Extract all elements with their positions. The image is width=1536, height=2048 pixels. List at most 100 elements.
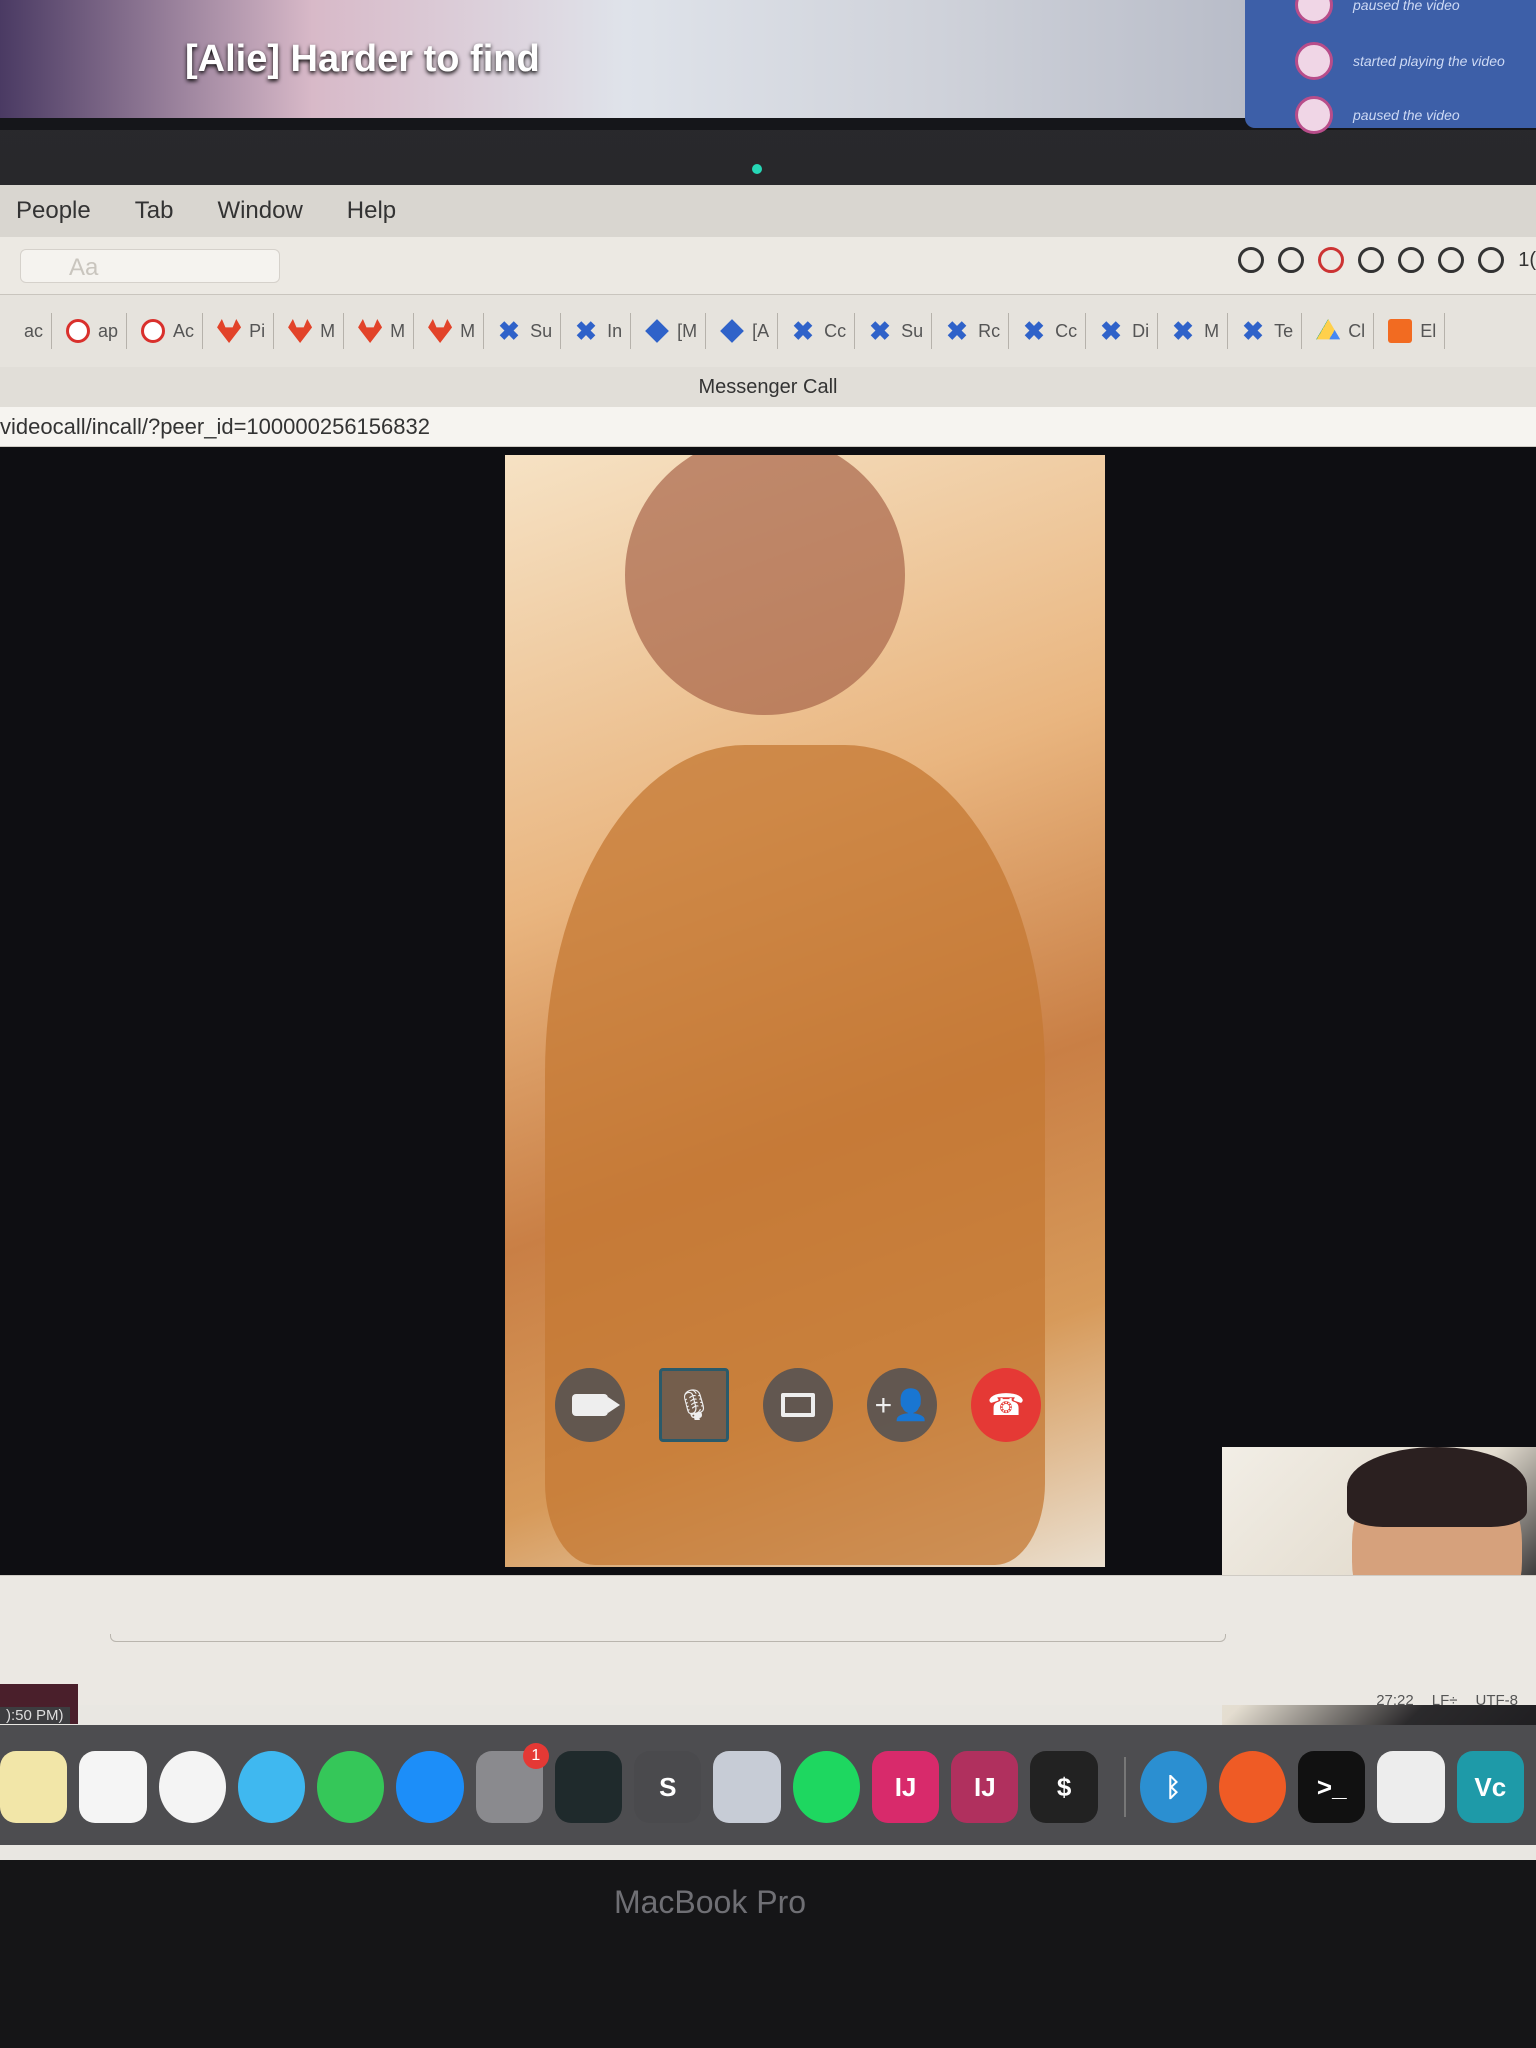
message-input[interactable]: Aa	[20, 249, 280, 283]
terminal-icon-2[interactable]: >_	[1298, 1751, 1366, 1823]
record-icon[interactable]	[1318, 247, 1345, 273]
wifi-icon[interactable]	[1438, 247, 1465, 273]
share-screen-button[interactable]	[763, 1368, 834, 1442]
vscode-icon[interactable]: Vc	[1456, 1751, 1524, 1823]
bookmark-item[interactable]: El	[1380, 313, 1446, 349]
menu-clock[interactable]: 1(	[1518, 249, 1536, 272]
bookmark-icon	[1388, 319, 1413, 343]
lock-icon[interactable]	[1358, 247, 1385, 273]
menu-tab[interactable]: Tab	[135, 197, 174, 225]
bookmark-label: Cl	[1348, 320, 1366, 341]
bookmark-item[interactable]: ✖ Cc	[1015, 313, 1087, 349]
facetime-icon[interactable]	[317, 1751, 385, 1823]
bookmark-label: ap	[98, 320, 119, 341]
dock-app-glyph: IJ	[894, 1771, 917, 1802]
intellij-icon-2[interactable]: IJ	[951, 1751, 1019, 1823]
dock: ):50 PM) 1 S IJ IJ $ ᛒ >_ Vc	[0, 1707, 1536, 1845]
docker-icon[interactable]	[1238, 247, 1265, 273]
bookmark-label: Su	[530, 320, 553, 341]
reminders-icon[interactable]	[79, 1751, 147, 1823]
video-camera-icon	[571, 1394, 620, 1416]
top-video-player[interactable]: [Alie] Harder to find	[0, 0, 1250, 118]
preview-icon[interactable]	[713, 1751, 781, 1823]
remote-participant-head	[625, 455, 905, 715]
bookmark-item[interactable]: Pi	[209, 313, 275, 349]
bookmark-item[interactable]: ✖ In	[567, 313, 632, 349]
bookmark-item[interactable]: ✖ Di	[1092, 313, 1159, 349]
bookmark-item[interactable]: ✖ Te	[1234, 313, 1303, 349]
spotify-icon[interactable]	[792, 1751, 860, 1823]
dock-app-glyph: ᛒ	[1165, 1771, 1182, 1802]
bookmark-label: M	[1204, 320, 1220, 341]
gitlab-icon	[217, 319, 242, 343]
cursor-position[interactable]: 27:22	[1376, 1692, 1414, 1709]
bookmark-item[interactable]: Cl	[1308, 313, 1375, 349]
activity-item: paused the video	[1295, 0, 1460, 24]
mute-button[interactable]: 🎙	[658, 1368, 730, 1442]
editor-bottom-panel: 27:22 LF÷ UTF-8	[0, 1575, 1536, 1724]
bookmark-label: Ac	[173, 320, 195, 341]
call-controls: 🎙 +👤 ☎	[555, 1365, 1075, 1445]
bookmark-item[interactable]: [A	[712, 313, 779, 349]
terminal-icon[interactable]: $	[1030, 1751, 1098, 1823]
sublime-text-icon[interactable]: S	[634, 1751, 702, 1823]
bookmark-item[interactable]: ap	[58, 313, 128, 349]
dock-time-fragment: ):50 PM)	[0, 1707, 70, 1724]
bookmark-label: Rc	[978, 320, 1001, 341]
screen-share-icon	[781, 1393, 816, 1417]
panel-divider	[110, 1634, 1226, 1642]
bookmark-item[interactable]: M	[280, 313, 345, 349]
system-preferences-icon[interactable]: 1	[475, 1743, 549, 1823]
video-toggle-button[interactable]	[555, 1368, 625, 1442]
postman-icon[interactable]	[1218, 1751, 1287, 1823]
menu-bar: People Tab Window Help	[0, 185, 1536, 237]
bookmark-item[interactable]: ✖ Su	[490, 313, 562, 349]
bookmark-item[interactable]: M	[350, 313, 415, 349]
bookmark-item[interactable]: Ac	[133, 313, 204, 349]
bookmark-label: [M	[677, 320, 698, 341]
url-bar[interactable]: videocall/incall/?peer_id=10000025615683…	[0, 407, 1536, 447]
textedit-icon[interactable]	[1377, 1751, 1445, 1823]
cat-avatar-icon	[1295, 0, 1333, 24]
activity-monitor-icon[interactable]	[554, 1751, 623, 1823]
shield-icon[interactable]	[1278, 247, 1305, 273]
cat-avatar-icon	[1295, 42, 1333, 80]
dock-app-glyph: S	[659, 1771, 677, 1802]
notes-icon[interactable]	[0, 1751, 68, 1823]
watch-party-activity-panel: paused the video started playing the vid…	[1245, 0, 1536, 134]
do-not-disturb-icon[interactable]	[1398, 247, 1425, 273]
dock-app-glyph: Vc	[1474, 1771, 1507, 1802]
line-ending[interactable]: LF÷	[1432, 1692, 1458, 1709]
bookmark-item[interactable]: ✖ Su	[861, 313, 933, 349]
bezel-label: MacBook Pro	[613, 1884, 807, 1920]
jira-icon: ✖	[1023, 316, 1045, 346]
menu-people[interactable]: People	[16, 197, 91, 225]
activity-text: started playing the video	[1353, 53, 1505, 69]
end-call-button[interactable]: ☎	[971, 1368, 1042, 1442]
gitlab-icon	[428, 319, 453, 343]
activity-text: paused the video	[1353, 0, 1460, 13]
app-store-icon[interactable]	[396, 1751, 464, 1823]
jira-icon: ✖	[1242, 316, 1264, 346]
bookmark-item[interactable]: M	[420, 313, 485, 349]
volume-icon[interactable]	[1478, 247, 1505, 273]
bookmark-item[interactable]: ac	[8, 313, 53, 349]
file-encoding[interactable]: UTF-8	[1476, 1692, 1519, 1709]
menu-window[interactable]: Window	[217, 197, 302, 225]
menu-help[interactable]: Help	[347, 197, 396, 225]
laptop-bezel: MacBook Pro	[0, 1860, 1536, 2048]
bookmark-item[interactable]: ✖ Rc	[938, 313, 1010, 349]
messages-icon[interactable]	[237, 1751, 306, 1823]
bluetooth-icon[interactable]: ᛒ	[1139, 1751, 1207, 1823]
bookmark-item[interactable]: [M	[637, 313, 707, 349]
intellij-icon[interactable]: IJ	[871, 1751, 940, 1823]
bookmark-label: Cc	[824, 320, 847, 341]
message-input-placeholder: Aa	[69, 254, 99, 281]
photos-icon[interactable]	[158, 1751, 226, 1823]
bookmark-item[interactable]: ✖ Cc	[784, 313, 856, 349]
bookmark-item[interactable]: ✖ M	[1164, 313, 1229, 349]
status-row: Aa 1(	[0, 237, 1536, 295]
microphone-icon: 🎙	[675, 1388, 714, 1422]
jira-icon: ✖	[498, 316, 520, 346]
add-person-button[interactable]: +👤	[867, 1368, 938, 1442]
